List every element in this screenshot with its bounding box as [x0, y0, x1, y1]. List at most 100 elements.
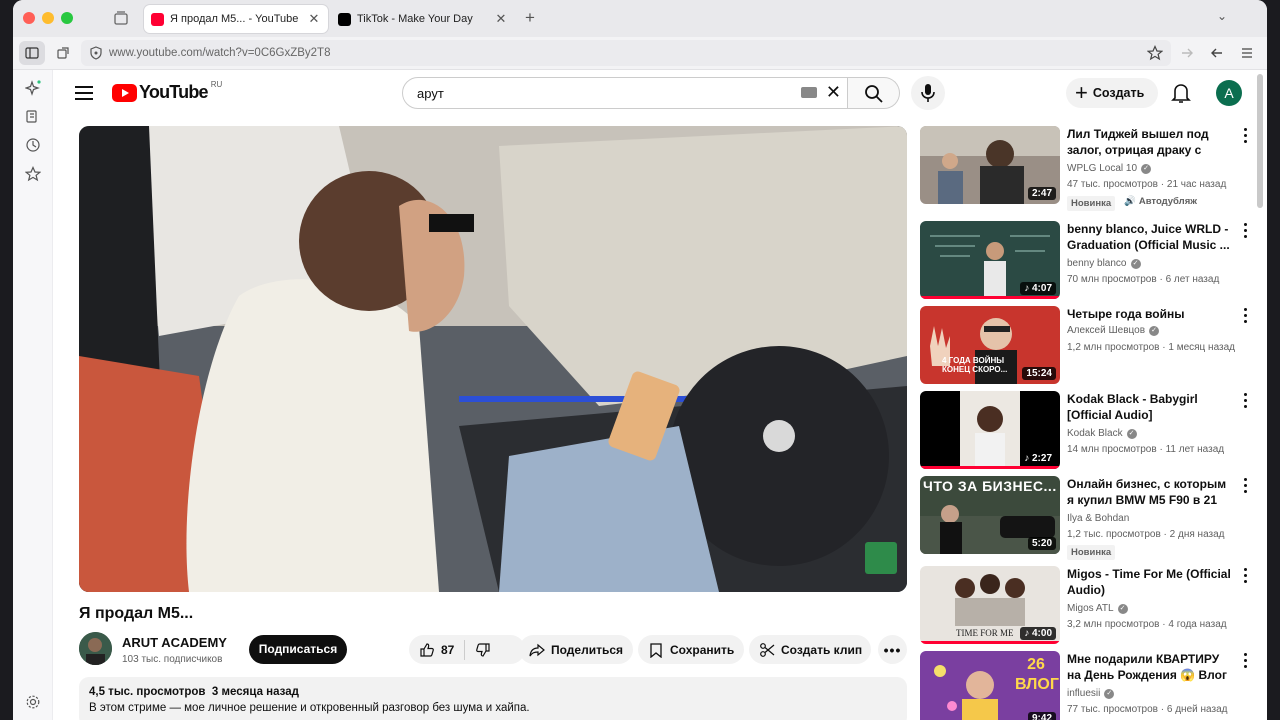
sidebar-toggle-button[interactable]: [19, 41, 45, 65]
page-scrollbar[interactable]: [1257, 74, 1263, 208]
video-thumbnail[interactable]: 4 ГОДА ВОЙНЫ КОНЕЦ СКОРО... 15:24: [920, 306, 1060, 384]
ai-sparkle-icon[interactable]: [25, 80, 41, 96]
more-vertical-icon[interactable]: [1244, 393, 1248, 411]
subscribe-button[interactable]: Подписаться: [249, 635, 347, 664]
like-thumb-up-icon[interactable]: [419, 642, 435, 658]
more-vertical-icon[interactable]: [1244, 128, 1248, 146]
recommendation-item[interactable]: ЧТО ЗА БИЗНЕС... 5:20 Онлайн бизнес, с к…: [920, 476, 1256, 560]
video-thumbnail[interactable]: 26 ВЛОГ 9:42: [920, 651, 1060, 720]
duration-badge: 2:47: [1027, 187, 1056, 200]
close-tab-icon[interactable]: ✕: [306, 11, 322, 27]
more-vertical-icon[interactable]: [1244, 478, 1248, 496]
menu-hamburger-icon[interactable]: [75, 86, 93, 100]
favorites-star-icon[interactable]: [25, 166, 41, 182]
user-avatar[interactable]: A: [1216, 80, 1242, 106]
back-arrow-icon[interactable]: [1209, 45, 1225, 61]
like-count[interactable]: 87: [441, 643, 454, 657]
share-button[interactable]: Поделиться: [519, 635, 633, 664]
rec-title[interactable]: Мне подарили КВАРТИРУ на День Рождения 😱…: [1067, 651, 1235, 683]
bookmark-star-icon[interactable]: [1147, 45, 1163, 61]
youtube-play-icon: [112, 83, 137, 102]
keyboard-icon[interactable]: [801, 87, 817, 98]
channel-avatar-image: [79, 632, 112, 665]
create-clip-button[interactable]: Создать клип: [749, 635, 871, 664]
rec-title[interactable]: Kodak Black - Babygirl [Official Audio]: [1067, 391, 1235, 423]
more-vertical-icon[interactable]: [1244, 223, 1248, 241]
recommendation-item[interactable]: TIME FOR ME ♪ 4:00 Migos - Time For Me (…: [920, 566, 1256, 644]
rec-title[interactable]: Migos - Time For Me (Official Audio): [1067, 566, 1235, 598]
autodub-badge: 🔊 Автодубляж: [1120, 194, 1201, 209]
subscriber-count: 103 тыс. подписчиков: [122, 654, 223, 665]
rec-channel[interactable]: influesii ✓: [1067, 688, 1115, 699]
verified-check-icon: ✓: [1149, 325, 1160, 336]
address-bar[interactable]: www.youtube.com/watch?v=0C6GxZBy2T8: [81, 40, 1171, 66]
recommendation-item[interactable]: 4 ГОДА ВОЙНЫ КОНЕЦ СКОРО... 15:24 Четыре…: [920, 306, 1256, 384]
save-button[interactable]: Сохранить: [638, 635, 744, 664]
video-thumbnail[interactable]: ЧТО ЗА БИЗНЕС... 5:20: [920, 476, 1060, 554]
notifications-bell-icon[interactable]: [1171, 82, 1191, 104]
clear-search-icon[interactable]: ✕: [826, 82, 841, 103]
search-icon: [865, 85, 883, 103]
recommendation-item[interactable]: 26 ВЛОГ 9:42 Мне подарили КВАРТИРУ на Де…: [920, 651, 1256, 720]
youtube-logo[interactable]: YouTube RU: [112, 80, 223, 103]
more-vertical-icon[interactable]: [1244, 568, 1248, 586]
voice-search-button[interactable]: [911, 76, 945, 110]
video-thumbnail[interactable]: ♪ 2:27: [920, 391, 1060, 469]
tab-tiktok[interactable]: TikTok - Make Your Day ✕: [331, 5, 515, 33]
clip-label: Создать клип: [781, 642, 863, 657]
channel-watermark-logo[interactable]: [865, 542, 897, 574]
browser-menu-icon[interactable]: [1239, 45, 1255, 61]
dislike-thumb-down-icon[interactable]: [475, 642, 491, 658]
rec-title[interactable]: Онлайн бизнес, с которым я купил BMW M5 …: [1067, 476, 1235, 508]
recommendation-item[interactable]: 2:47 Лил Тиджей вышел под залог, отрицая…: [920, 126, 1256, 211]
browser-window: Я продал М5... - YouTube ✕ TikTok - Make…: [13, 0, 1267, 720]
chevron-down-icon[interactable]: ⌄: [1217, 9, 1227, 23]
description-box[interactable]: 4,5 тыс. просмотров 3 месяца назад В это…: [79, 677, 907, 720]
new-tab-button[interactable]: +: [525, 8, 535, 28]
video-thumbnail[interactable]: 2:47: [920, 126, 1060, 204]
new-badge: Новинка: [1067, 196, 1116, 211]
site-info-icon[interactable]: [89, 46, 103, 60]
rec-title[interactable]: Четыре года войны: [1067, 306, 1235, 322]
search-button[interactable]: [848, 77, 900, 109]
thumbnail-overlay-text: ЧТО ЗА БИЗНЕС...: [923, 478, 1057, 494]
channel-avatar[interactable]: [79, 632, 112, 665]
create-button[interactable]: + Создать: [1066, 78, 1158, 108]
rec-channel[interactable]: Migos ATL ✓: [1067, 603, 1128, 614]
rec-title[interactable]: Лил Тиджей вышел под залог, отрицая драк…: [1067, 126, 1235, 158]
rec-channel[interactable]: WPLG Local 10 ✓: [1067, 163, 1152, 174]
share-tab-icon[interactable]: [55, 45, 71, 61]
channel-name[interactable]: ARUT ACADEMY: [122, 635, 227, 650]
recommendation-item[interactable]: ♪ 4:07 benny blanco, Juice WRLD - Gradua…: [920, 221, 1256, 299]
duration-value: 4:07: [1031, 283, 1052, 294]
rec-channel[interactable]: Kodak Black ✓: [1067, 428, 1137, 439]
history-clock-icon[interactable]: [25, 137, 41, 153]
browser-side-panel: [13, 70, 53, 720]
close-tab-icon[interactable]: ✕: [493, 11, 509, 27]
video-player[interactable]: [79, 126, 907, 592]
logo-region: RU: [210, 80, 223, 89]
more-vertical-icon[interactable]: [1244, 308, 1248, 326]
rec-title[interactable]: benny blanco, Juice WRLD - Graduation (O…: [1067, 221, 1235, 253]
close-window-button[interactable]: [23, 12, 35, 24]
tab-title: TikTok - Make Your Day: [357, 13, 473, 25]
settings-gear-icon[interactable]: [25, 694, 41, 710]
reading-list-icon[interactable]: [25, 109, 41, 125]
save-label: Сохранить: [670, 642, 735, 657]
tab-overview-icon[interactable]: [113, 10, 129, 26]
zoom-window-button[interactable]: [61, 12, 73, 24]
recommendation-item[interactable]: ♪ 2:27 Kodak Black - Babygirl [Official …: [920, 391, 1256, 469]
rec-channel[interactable]: benny blanco ✓: [1067, 258, 1141, 269]
more-actions-button[interactable]: •••: [878, 635, 907, 664]
view-count: 4,5 тыс. просмотров: [89, 686, 206, 698]
tab-youtube[interactable]: Я продал М5... - YouTube ✕: [144, 5, 328, 33]
video-thumbnail[interactable]: ♪ 4:07: [920, 221, 1060, 299]
video-thumbnail[interactable]: TIME FOR ME ♪ 4:00: [920, 566, 1060, 644]
search-input[interactable]: [417, 86, 777, 101]
rec-meta: 77 тыс. просмотров · 6 дней назад: [1067, 704, 1228, 715]
rec-channel[interactable]: Ilya & Bohdan: [1067, 513, 1129, 524]
rec-channel[interactable]: Алексей Шевцов ✓: [1067, 325, 1160, 336]
more-vertical-icon[interactable]: [1244, 653, 1248, 671]
forward-arrow-icon[interactable]: [1179, 45, 1195, 61]
minimize-window-button[interactable]: [42, 12, 54, 24]
